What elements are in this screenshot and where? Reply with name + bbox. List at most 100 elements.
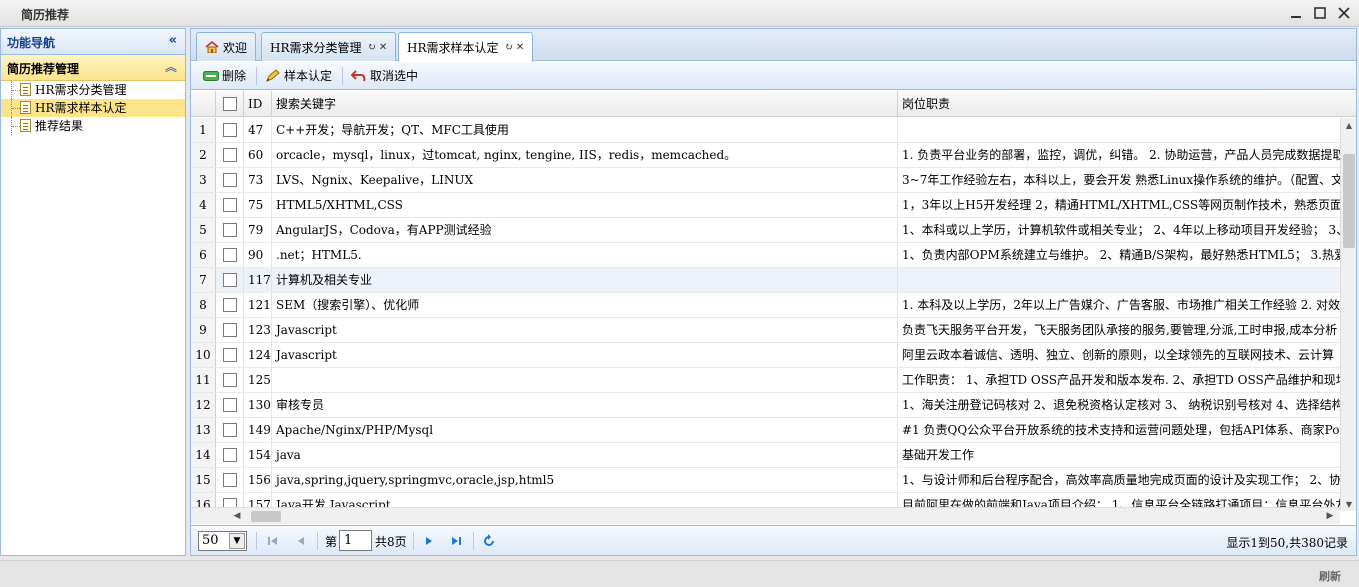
row-number: 8 <box>191 293 216 317</box>
table-row[interactable]: 15 156 java,spring,jquery,springmvc,oracle… <box>191 468 1340 493</box>
table-row[interactable]: 3 73 LVS、Ngnix、Keepalive，LINUX 3~7年工作经验左右，本… <box>191 168 1340 193</box>
sidebar-item-label: 推荐结果 <box>35 119 84 133</box>
scroll-down-icon[interactable]: ▼ <box>1341 497 1356 511</box>
duty-cell: 1、负责内部OPM系统建立与维护。 2、精通B/S架构，最好熟悉HTML5； 3… <box>902 248 1340 262</box>
table-row[interactable]: 12 130 审核专员 1、海关注册登记码核对 2、退免税资格认定核对 3、 纳税识别… <box>191 393 1340 418</box>
table-row[interactable]: 1 47 C++开发；导航开发；QT、MFC工具使用 <box>191 118 1340 143</box>
keyword-header[interactable]: 搜索关键字 <box>272 91 898 117</box>
table-row[interactable]: 10 124 Javascript 阿里云政本着诚信、透明、独立、创新的原则，以全球领… <box>191 343 1340 368</box>
row-checkbox-cell[interactable] <box>216 193 244 217</box>
table-row[interactable]: 14 154 java 基础开发工作 <box>191 443 1340 468</box>
toolbar: 删除 样本认定 取消选中 <box>191 62 1356 90</box>
sample-confirm-label: 样本认定 <box>284 69 333 83</box>
close-tab-icon[interactable]: ✕ <box>516 42 524 53</box>
row-checkbox[interactable] <box>223 323 237 337</box>
table-row[interactable]: 7 117 计算机及相关专业 <box>191 268 1340 293</box>
next-page-icon[interactable] <box>421 533 437 549</box>
tab-sample-confirm[interactable]: HR需求样本认定 ↻ ✕ <box>398 32 534 62</box>
tab-category-mgmt[interactable]: HR需求分类管理 ↻ ✕ <box>261 32 397 61</box>
row-checkbox[interactable] <box>223 173 237 187</box>
row-checkbox[interactable] <box>223 473 237 487</box>
table-row[interactable]: 5 79 AngularJS，Codova，有APP测试经验 1、本科或以上学历，计算… <box>191 218 1340 243</box>
duty-header[interactable]: 岗位职责 <box>898 91 1356 117</box>
table-row[interactable]: 4 75 HTML5/XHTML,CSS 1，3年以上H5开发经理 2，精通HTML/… <box>191 193 1340 218</box>
id-cell: 154 <box>244 443 272 467</box>
row-number: 5 <box>191 218 216 242</box>
table-row[interactable]: 9 123 Javascript 负责飞天服务平台开发，飞天服务团队承接的服务,要管理… <box>191 318 1340 343</box>
row-checkbox-cell[interactable] <box>216 268 244 292</box>
row-checkbox-cell[interactable] <box>216 468 244 492</box>
home-icon <box>205 40 219 54</box>
table-row[interactable]: 2 60 orcacle，mysql，linux，过tomcat, nginx, t… <box>191 143 1340 168</box>
sidebar-item-sample-confirm[interactable]: HR需求样本认定 <box>1 99 185 117</box>
refresh-icon[interactable]: ↻ <box>368 42 376 53</box>
minimize-icon[interactable] <box>1288 5 1304 21</box>
cancel-selection-button[interactable]: 取消选中 <box>347 65 422 87</box>
refresh-icon[interactable]: ↻ <box>505 42 513 53</box>
sidebar-item-category-mgmt[interactable]: HR需求分类管理 <box>1 81 185 99</box>
select-all-checkbox[interactable] <box>223 97 237 111</box>
row-checkbox-cell[interactable] <box>216 118 244 142</box>
row-checkbox[interactable] <box>223 198 237 212</box>
row-checkbox[interactable] <box>223 448 237 462</box>
row-checkbox[interactable] <box>223 373 237 387</box>
row-checkbox[interactable] <box>223 398 237 412</box>
tab-welcome[interactable]: 欢迎 <box>196 32 257 61</box>
row-checkbox-cell[interactable] <box>216 293 244 317</box>
scroll-up-icon[interactable]: ▲ <box>1341 118 1356 132</box>
row-checkbox[interactable] <box>223 273 237 287</box>
horizontal-scrollbar[interactable]: ◀ ▶ <box>191 507 1340 524</box>
select-all-header[interactable] <box>216 91 244 117</box>
close-tab-icon[interactable]: ✕ <box>379 42 387 53</box>
sidebar-section[interactable]: 简历推荐管理 ︽ <box>1 55 185 81</box>
row-checkbox[interactable] <box>223 423 237 437</box>
page-number-input[interactable]: 1 <box>339 530 372 551</box>
delete-button[interactable]: 删除 <box>199 65 250 87</box>
row-checkbox[interactable] <box>223 123 237 137</box>
keyword-cell: orcacle，mysql，linux，过tomcat, nginx, teng… <box>272 143 898 167</box>
id-cell: 121 <box>244 293 272 317</box>
sidebar-item-results[interactable]: 推荐结果 <box>1 117 185 135</box>
row-number: 6 <box>191 243 216 267</box>
row-checkbox-cell[interactable] <box>216 243 244 267</box>
first-page-icon[interactable] <box>265 533 281 549</box>
row-checkbox[interactable] <box>223 148 237 162</box>
collapse-up-icon[interactable]: ︽ <box>165 58 177 75</box>
row-checkbox[interactable] <box>223 348 237 362</box>
hscroll-thumb[interactable] <box>251 511 281 522</box>
prev-page-icon[interactable] <box>293 533 309 549</box>
row-number: 2 <box>191 143 216 167</box>
row-checkbox-cell[interactable] <box>216 368 244 392</box>
table-row[interactable]: 13 149 Apache/Nginx/PHP/Mysql #1 负责QQ公众平台开放… <box>191 418 1340 443</box>
row-checkbox-cell[interactable] <box>216 418 244 442</box>
document-icon <box>20 83 31 96</box>
row-checkbox-cell[interactable] <box>216 443 244 467</box>
reload-icon[interactable] <box>481 533 497 549</box>
row-checkbox-cell[interactable] <box>216 343 244 367</box>
scroll-left-icon[interactable]: ◀ <box>229 508 245 524</box>
maximize-icon[interactable] <box>1312 5 1328 21</box>
row-checkbox-cell[interactable] <box>216 393 244 417</box>
scroll-right-icon[interactable]: ▶ <box>1322 508 1338 524</box>
row-checkbox[interactable] <box>223 223 237 237</box>
page-size-select[interactable]: 50 ▼ <box>198 531 247 551</box>
table-row[interactable]: 6 90 .net；HTML5. 1、负责内部OPM系统建立与维护。 2、精通B/S架… <box>191 243 1340 268</box>
row-checkbox[interactable] <box>223 248 237 262</box>
row-checkbox[interactable] <box>223 298 237 312</box>
refresh-button[interactable]: 刷新 <box>1319 568 1341 584</box>
table-row[interactable]: 8 121 SEM（搜索引擎）、优化师 1. 本科及以上学历，2年以上广告媒介、广告客… <box>191 293 1340 318</box>
row-number: 3 <box>191 168 216 192</box>
vertical-scrollbar[interactable]: ▲ ▼ <box>1340 118 1356 511</box>
collapse-left-icon[interactable]: « <box>169 33 177 48</box>
chevron-down-icon[interactable]: ▼ <box>229 533 245 549</box>
id-header[interactable]: ID <box>244 91 272 117</box>
table-row[interactable]: 11 125 工作职责： 1、承担TD OSS产品开发和版本发布. 2、承担TD O… <box>191 368 1340 393</box>
row-checkbox-cell[interactable] <box>216 168 244 192</box>
scroll-thumb[interactable] <box>1343 154 1355 248</box>
close-icon[interactable] <box>1336 5 1352 21</box>
row-checkbox-cell[interactable] <box>216 143 244 167</box>
last-page-icon[interactable] <box>448 533 464 549</box>
sample-confirm-button[interactable]: 样本认定 <box>261 65 336 87</box>
row-checkbox-cell[interactable] <box>216 218 244 242</box>
row-checkbox-cell[interactable] <box>216 318 244 342</box>
